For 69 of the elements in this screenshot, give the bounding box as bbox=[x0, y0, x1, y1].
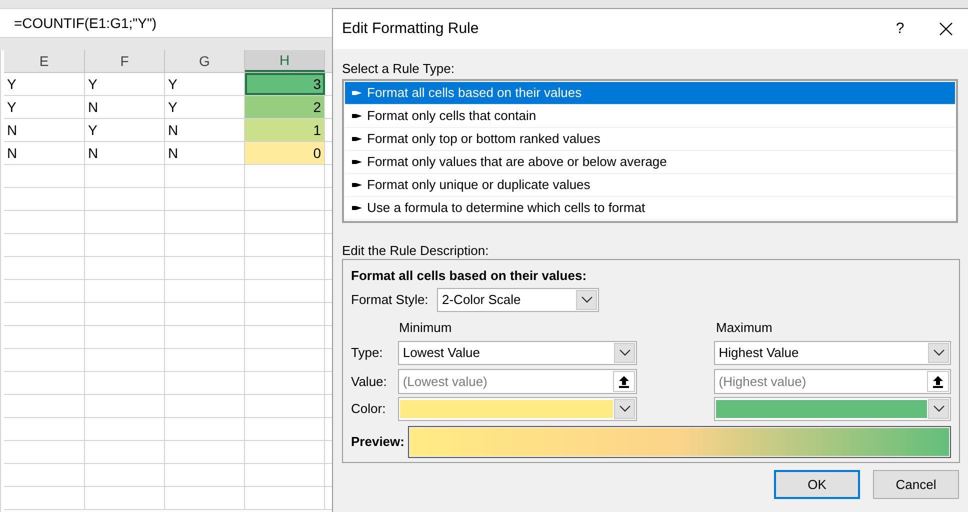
dropdown-arrow-button[interactable] bbox=[614, 343, 636, 363]
field-label: Preview: bbox=[351, 433, 404, 452]
arrow-bullet-icon bbox=[352, 182, 362, 188]
arrow-bullet-icon bbox=[352, 205, 362, 211]
rule-type-item[interactable]: Format only values that are above or below average bbox=[345, 151, 955, 174]
close-icon bbox=[939, 22, 953, 36]
section-label: Edit the Rule Description: bbox=[342, 242, 490, 259]
chevron-down-icon bbox=[580, 296, 592, 304]
upload-arrow-icon bbox=[619, 376, 630, 388]
table-cell[interactable]: Y bbox=[85, 119, 165, 141]
upload-arrow-icon bbox=[933, 376, 943, 388]
column-header[interactable]: H bbox=[245, 50, 325, 72]
field-label: Type: bbox=[351, 344, 384, 362]
column-heading: Maximum bbox=[716, 318, 772, 336]
chevron-down-icon bbox=[618, 349, 631, 357]
value-field[interactable]: (Highest value) bbox=[714, 369, 951, 394]
field-label: Color: bbox=[351, 400, 387, 418]
dropdown-value: Lowest Value bbox=[402, 344, 481, 362]
table-cell[interactable]: 1 bbox=[245, 119, 325, 141]
table-cell[interactable]: Y bbox=[4, 73, 85, 95]
collapse-button[interactable] bbox=[927, 371, 949, 392]
description-heading: Format all cells based on their values: bbox=[351, 267, 588, 285]
collapse-button[interactable] bbox=[613, 371, 636, 392]
column-heading: Minimum bbox=[399, 318, 453, 336]
field-label: Value: bbox=[351, 372, 388, 391]
arrow-bullet-icon bbox=[352, 159, 362, 165]
table-cell[interactable]: Y bbox=[85, 73, 165, 95]
formula-bar[interactable]: =COUNTIF(E1:G1;"Y") bbox=[0, 8, 332, 38]
column-header[interactable]: F bbox=[85, 50, 165, 72]
color-picker[interactable] bbox=[714, 397, 951, 421]
type-dropdown[interactable]: Lowest Value bbox=[398, 341, 638, 365]
chevron-down-icon bbox=[932, 349, 944, 357]
dropdown-arrow-button[interactable] bbox=[576, 290, 597, 310]
color-picker[interactable] bbox=[398, 397, 638, 421]
table-cell[interactable]: 0 bbox=[245, 142, 325, 164]
dialog-button[interactable]: OK bbox=[774, 470, 860, 499]
value-field[interactable]: (Lowest value) bbox=[398, 369, 638, 394]
dropdown-arrow-button[interactable] bbox=[614, 399, 636, 419]
field-label: Format Style: bbox=[351, 290, 427, 309]
type-dropdown[interactable]: Highest Value bbox=[714, 341, 951, 365]
help-button[interactable]: ? bbox=[877, 9, 923, 49]
rule-type-item[interactable]: Format only cells that contain bbox=[345, 105, 955, 128]
table-cell[interactable]: 2 bbox=[245, 96, 325, 118]
dropdown-arrow-button[interactable] bbox=[928, 399, 949, 419]
table-cell[interactable]: Y bbox=[4, 96, 85, 118]
value-input[interactable]: (Lowest value) bbox=[402, 372, 614, 392]
chevron-down-icon bbox=[932, 405, 944, 413]
rule-type-item[interactable]: Format only unique or duplicate values bbox=[345, 174, 955, 197]
arrow-bullet-icon bbox=[352, 136, 362, 142]
arrow-bullet-icon bbox=[352, 90, 362, 96]
section-label: Select a Rule Type: bbox=[342, 60, 456, 78]
rule-type-item[interactable]: Format all cells based on their values bbox=[345, 82, 955, 105]
value-input[interactable]: (Highest value) bbox=[718, 372, 927, 392]
table-cell[interactable]: N bbox=[4, 119, 85, 141]
table-cell[interactable]: N bbox=[85, 96, 165, 118]
window-title: Edit Formatting Rule bbox=[342, 18, 480, 39]
table-cell[interactable]: N bbox=[4, 142, 85, 164]
arrow-bullet-icon bbox=[352, 113, 362, 119]
table-cell[interactable]: N bbox=[85, 142, 165, 164]
rule-type-item[interactable]: Format only top or bottom ranked values bbox=[345, 128, 955, 151]
column-header[interactable]: E bbox=[4, 50, 85, 72]
chevron-down-icon bbox=[618, 405, 631, 413]
format-style-dropdown[interactable]: 2-Color Scale bbox=[437, 288, 599, 312]
dialog-button[interactable]: Cancel bbox=[873, 470, 959, 499]
dropdown-arrow-button[interactable] bbox=[928, 343, 949, 363]
rule-type-item[interactable]: Use a formula to determine which cells to format bbox=[345, 197, 955, 220]
dropdown-value: Highest Value bbox=[718, 344, 800, 362]
table-cell[interactable]: 3 bbox=[245, 73, 325, 95]
dropdown-value: 2-Color Scale bbox=[442, 290, 522, 309]
